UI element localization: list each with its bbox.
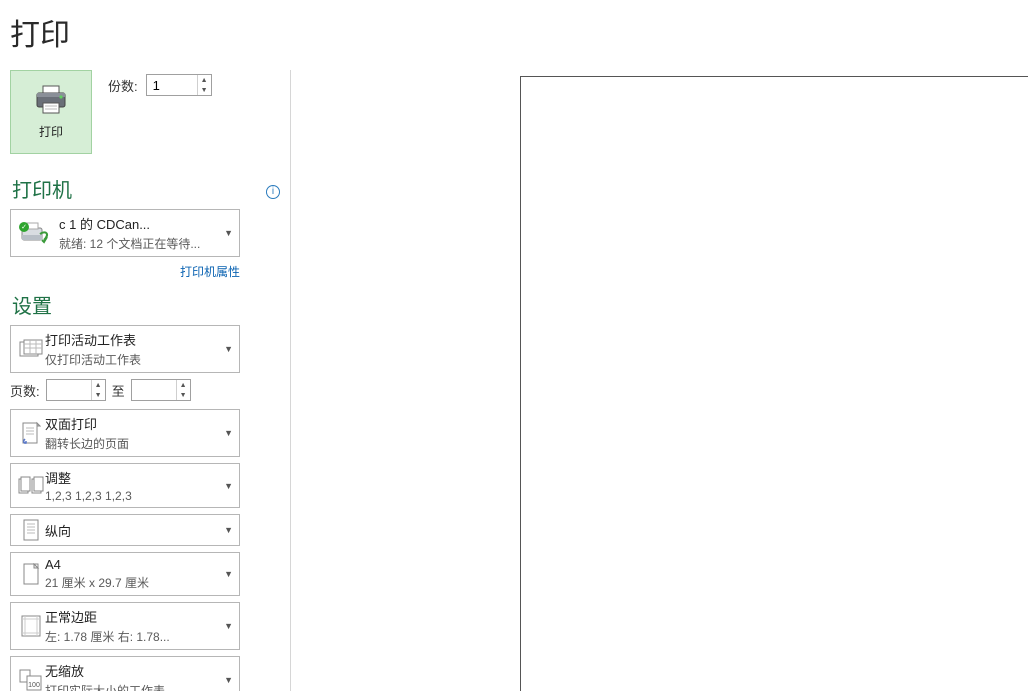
- scaling-dropdown[interactable]: 100 无缩放 打印实际大小的工作表 ▼: [10, 656, 240, 691]
- orientation-dropdown[interactable]: 纵向 ▼: [10, 514, 240, 546]
- printer-icon: [34, 85, 68, 115]
- duplex-icon: [17, 421, 45, 445]
- copies-input[interactable]: [147, 75, 197, 95]
- printer-device-icon: ✓: [17, 220, 59, 246]
- margins-icon: [17, 615, 45, 637]
- chevron-down-icon: ▼: [224, 525, 233, 535]
- collate-secondary: 1,2,3 1,2,3 1,2,3: [45, 489, 233, 503]
- print-button-label: 打印: [39, 123, 63, 140]
- print-what-dropdown[interactable]: 打印活动工作表 仅打印活动工作表 ▼: [10, 325, 240, 373]
- chevron-down-icon[interactable]: ▼: [177, 390, 190, 400]
- chevron-down-icon[interactable]: ▼: [92, 390, 105, 400]
- chevron-down-icon: ▼: [224, 675, 233, 685]
- page-to-input[interactable]: [132, 380, 176, 400]
- sheets-icon: [17, 339, 45, 359]
- margins-primary: 正常边距: [45, 607, 233, 626]
- chevron-up-icon[interactable]: ▲: [177, 380, 190, 390]
- page-icon: [17, 563, 45, 585]
- copies-down-icon[interactable]: ▼: [198, 85, 211, 95]
- printer-section-title: 打印机: [12, 174, 72, 203]
- collate-icon: [17, 476, 45, 496]
- svg-text:100: 100: [28, 682, 40, 689]
- collate-dropdown[interactable]: 调整 1,2,3 1,2,3 1,2,3 ▼: [10, 463, 240, 508]
- page-to-stepper[interactable]: ▲▼: [131, 379, 191, 401]
- copies-stepper[interactable]: ▲ ▼: [146, 74, 212, 96]
- chevron-down-icon: ▼: [224, 228, 233, 238]
- settings-section-title: 设置: [12, 290, 290, 319]
- page-from-input[interactable]: [47, 380, 91, 400]
- printer-status: 就绪: 12 个文档正在等待...: [59, 235, 233, 252]
- print-what-secondary: 仅打印活动工作表: [45, 351, 233, 368]
- scaling-secondary: 打印实际大小的工作表: [45, 682, 233, 691]
- copies-up-icon[interactable]: ▲: [198, 75, 211, 85]
- print-preview-area: [520, 76, 1028, 691]
- chevron-down-icon: ▼: [224, 621, 233, 631]
- orientation-primary: 纵向: [45, 521, 233, 540]
- portrait-icon: [17, 519, 45, 541]
- chevron-down-icon: ▼: [224, 481, 233, 491]
- chevron-up-icon[interactable]: ▲: [92, 380, 105, 390]
- print-what-primary: 打印活动工作表: [45, 330, 233, 349]
- printer-name: c 1 的 CDCan...: [59, 214, 233, 233]
- pages-label: 页数:: [10, 381, 40, 400]
- copies-label: 份数:: [108, 76, 138, 95]
- duplex-primary: 双面打印: [45, 414, 233, 433]
- print-button[interactable]: 打印: [10, 70, 92, 154]
- printer-ready-check-icon: ✓: [19, 222, 29, 232]
- page-title: 打印: [10, 10, 1028, 54]
- margins-dropdown[interactable]: 正常边距 左: 1.78 厘米 右: 1.78... ▼: [10, 602, 240, 650]
- duplex-dropdown[interactable]: 双面打印 翻转长边的页面 ▼: [10, 409, 240, 457]
- page-from-stepper[interactable]: ▲▼: [46, 379, 106, 401]
- printer-properties-link[interactable]: 打印机属性: [10, 263, 240, 280]
- printer-dropdown[interactable]: ✓ c 1 的 CDCan... 就绪: 12 个文档正在等待... ▼: [10, 209, 240, 257]
- paper-primary: A4: [45, 557, 233, 572]
- paper-size-dropdown[interactable]: A4 21 厘米 x 29.7 厘米 ▼: [10, 552, 240, 596]
- margins-secondary: 左: 1.78 厘米 右: 1.78...: [45, 628, 233, 645]
- pages-to-label: 至: [112, 381, 125, 400]
- chevron-down-icon: ▼: [224, 569, 233, 579]
- paper-secondary: 21 厘米 x 29.7 厘米: [45, 574, 233, 591]
- scaling-primary: 无缩放: [45, 661, 233, 680]
- pane-divider: [290, 70, 291, 691]
- chevron-down-icon: ▼: [224, 344, 233, 354]
- duplex-secondary: 翻转长边的页面: [45, 435, 233, 452]
- printer-info-icon[interactable]: i: [266, 185, 280, 199]
- chevron-down-icon: ▼: [224, 428, 233, 438]
- collate-primary: 调整: [45, 468, 233, 487]
- scaling-icon: 100: [17, 669, 45, 691]
